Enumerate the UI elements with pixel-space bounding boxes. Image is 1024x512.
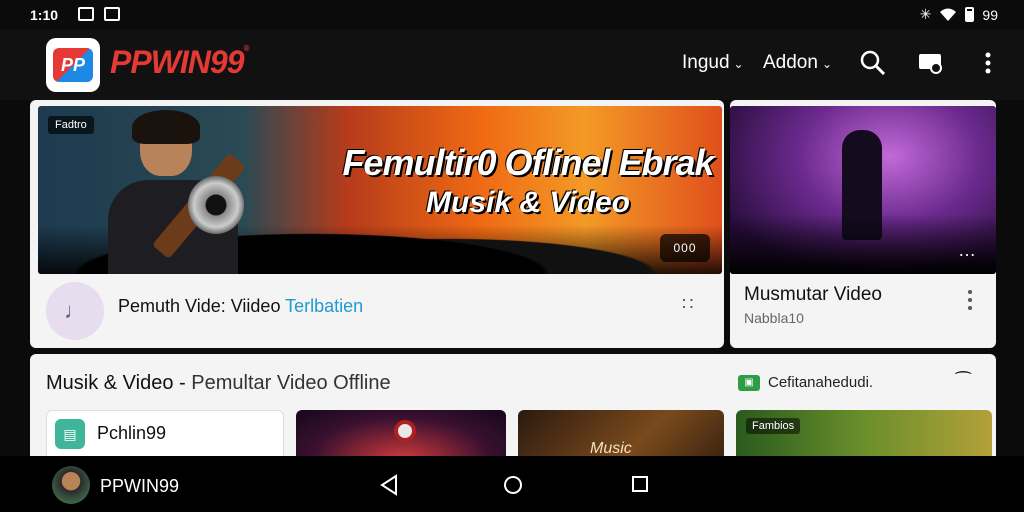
featured-tag: Fadtro (48, 116, 94, 134)
status-bar: 1:10 ✳ 99 (0, 0, 1024, 30)
home-icon[interactable] (502, 474, 524, 496)
menu-ingud[interactable]: Ingud ⌄ (682, 52, 744, 74)
music-video-card[interactable]: Music (518, 410, 724, 456)
cast-icon[interactable] (916, 48, 946, 78)
brand-name: PPWIN99 (110, 44, 244, 80)
concert-thumbnail[interactable]: … (730, 106, 996, 274)
featured-caption-main: Pemuth Vide: Viideo (118, 296, 286, 316)
chevron-down-icon: ⌄ (733, 57, 744, 71)
featured-title-line1: Femultir0 Oflinel Ebrak (342, 142, 714, 183)
search-icon[interactable] (858, 48, 888, 78)
disc-icon (394, 420, 416, 442)
featured-card[interactable]: Fadtro Femultir0 Oflinel Ebrak Musik & V… (30, 100, 724, 348)
featured-options-pill[interactable]: 000 (660, 234, 710, 262)
battery-icon (965, 7, 975, 22)
app-logo[interactable]: PP (46, 38, 100, 92)
gallery-notification-icon (78, 7, 94, 21)
side-card-title: Musmutar Video (744, 284, 882, 305)
festival-card-tag: Fambios (746, 418, 801, 434)
thumbnail-more-icon[interactable]: … (958, 240, 976, 261)
bluetooth-icon: ✳ (919, 6, 932, 22)
stage-video-card[interactable] (296, 410, 506, 456)
section-title-main: Musik & Video - (46, 372, 192, 394)
side-video-card[interactable]: … Musmutar Video Nabbla10 (730, 100, 996, 348)
featured-banner[interactable]: Fadtro Femultir0 Oflinel Ebrak Musik & V… (38, 106, 722, 274)
music-library-icon: ♩ (46, 282, 104, 340)
featured-caption-accent: Terlbatien (285, 296, 364, 316)
festival-video-card[interactable]: Fambios (736, 410, 992, 456)
system-nav-bar: PPWIN99 (0, 456, 1024, 512)
status-time: 1:10 (30, 7, 59, 23)
side-card-subtitle: Nabbla10 (744, 310, 804, 326)
section-title: Musik & Video - Pemultar Video Offline (46, 372, 391, 395)
playlist-card-label: Pchlin99 (97, 423, 167, 443)
battery-level: 99 (982, 6, 998, 23)
playlist-icon: ▤ (55, 419, 85, 449)
brand-wordmark: PPWIN99® (110, 44, 249, 81)
more-options-icon[interactable] (974, 48, 1004, 78)
message-notification-icon (104, 7, 120, 21)
logo-mark: PP (53, 48, 93, 82)
featured-info-row: ♩ Pemuth Vide: Viideo Terlbatien ∷ (38, 276, 722, 346)
featured-more-icon[interactable]: ∷ (682, 294, 693, 315)
menu-addon-label: Addon (763, 52, 818, 73)
menu-ingud-label: Ingud (682, 52, 730, 73)
playlist-card[interactable]: ▤ Pchlin99 (46, 410, 284, 456)
section-title-rest: Pemultar Video Offline (191, 372, 391, 394)
section-filter[interactable]: ▣ Cefitanahedudi. (738, 374, 873, 391)
main-content: Fadtro Femultir0 Oflinel Ebrak Musik & V… (30, 100, 996, 456)
side-card-more-icon[interactable] (966, 290, 974, 310)
featured-caption: Pemuth Vide: Viideo Terlbatien (118, 296, 363, 317)
featured-title: Femultir0 Oflinel Ebrak Musik & Video (338, 142, 718, 220)
recents-icon[interactable] (630, 474, 650, 494)
stage-shadow (730, 214, 996, 274)
brand-registered-mark: ® (243, 44, 249, 53)
wifi-icon (940, 8, 957, 21)
back-icon[interactable] (380, 474, 400, 496)
app-bar: PP PPWIN99® Ingud ⌄ Addon ⌄ (0, 30, 1024, 100)
collapse-chevron-icon[interactable]: ⁀ (956, 372, 970, 393)
featured-title-line2: Musik & Video (426, 186, 630, 219)
nav-app-label: PPWIN99 (100, 476, 180, 496)
music-card-label: Music (590, 440, 632, 456)
avatar[interactable] (52, 466, 90, 504)
music-video-section: Musik & Video - Pemultar Video Offline ▣… (30, 354, 996, 456)
menu-addon[interactable]: Addon ⌄ (763, 52, 832, 74)
filter-label: Cefitanahedudi. (768, 374, 874, 391)
chevron-down-icon: ⌄ (821, 57, 833, 71)
speaker-image (188, 176, 244, 234)
filter-icon: ▣ (738, 374, 760, 391)
